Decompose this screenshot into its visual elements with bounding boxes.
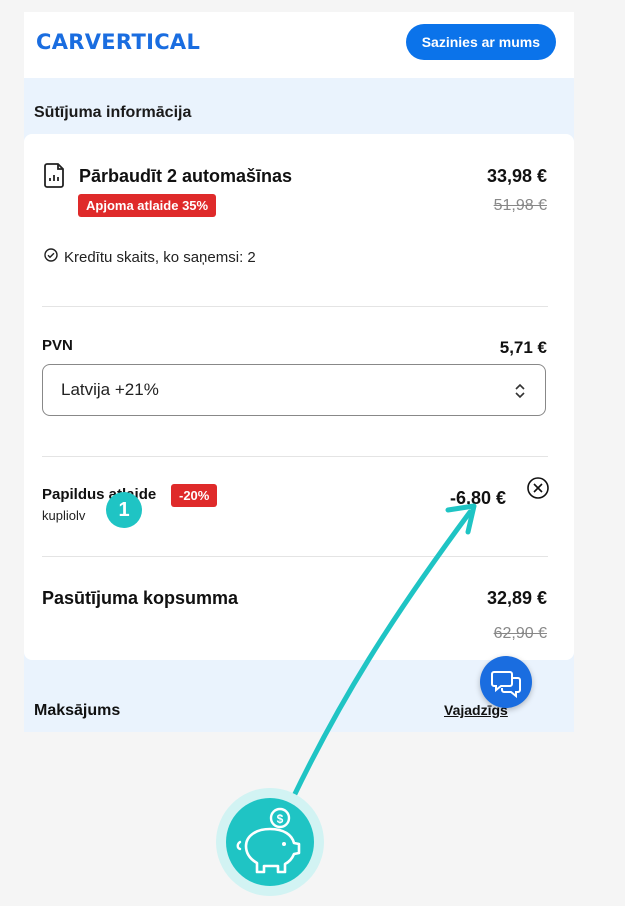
piggy-bank-coin-icon: $ [214,786,326,903]
annotation-arrow [289,503,477,803]
svg-text:$: $ [277,812,284,826]
